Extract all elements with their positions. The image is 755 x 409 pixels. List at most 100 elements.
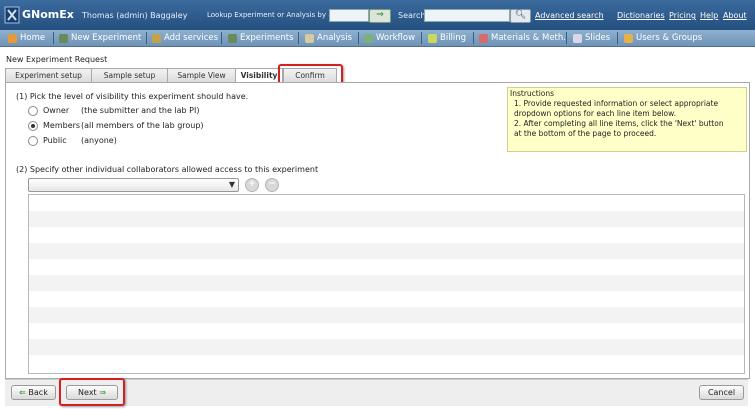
table-row[interactable] (29, 211, 744, 227)
lookup-label: Lookup Experiment or Analysis by # (207, 11, 335, 19)
tab-sample-setup[interactable]: Sample setup (91, 68, 168, 82)
slides-icon (573, 33, 582, 43)
nav-item-label: Home (20, 33, 46, 43)
instructions-item: 2. After completing all line items, clic… (514, 119, 724, 138)
radio-members[interactable] (28, 121, 38, 131)
nav-item-analysis[interactable]: Analysis (305, 30, 352, 46)
table-row[interactable] (29, 355, 744, 373)
chevron-down-icon: ▼ (228, 180, 235, 189)
nav-separator (221, 32, 222, 44)
search-icon: 🔍︎ (514, 10, 527, 20)
radio-members-desc: (all members of the lab group) (81, 121, 204, 130)
user-name: Thomas (admin) Baggaley (82, 11, 188, 20)
about-link[interactable]: About (723, 11, 747, 20)
nav-separator (298, 32, 299, 44)
nav-separator (146, 32, 147, 44)
remove-collaborator-button[interactable]: − (265, 178, 279, 192)
tab-experiment-setup[interactable]: Experiment setup (5, 68, 92, 82)
nav-item-label: Billing (440, 33, 467, 43)
radio-owner[interactable] (28, 106, 38, 116)
materials-icon (479, 33, 488, 43)
main-nav-bar: Home New Experiment Add services Experim… (0, 30, 755, 47)
home-icon (8, 33, 17, 43)
arrow-right-icon: ⇒ (99, 388, 106, 397)
nav-item-billing[interactable]: Billing (428, 30, 466, 46)
nav-item-label: New Experiment (71, 33, 142, 43)
nav-item-materials[interactable]: Materials & Meth. (479, 30, 566, 46)
cancel-button[interactable]: Cancel (699, 385, 744, 400)
table-row[interactable] (29, 243, 744, 259)
table-row[interactable] (29, 227, 744, 243)
plus-icon: + (248, 179, 256, 189)
table-row[interactable] (29, 259, 744, 275)
table-row[interactable] (29, 339, 744, 355)
gnomex-logo-icon (4, 6, 20, 24)
flask-icon (59, 33, 68, 43)
page-title: New Experiment Request (6, 55, 108, 64)
nav-item-label: Workflow (376, 33, 416, 43)
radio-public[interactable] (28, 136, 38, 146)
lookup-input[interactable] (329, 9, 369, 22)
nav-item-label: Experiments (240, 33, 294, 43)
instructions-title: Instructions (510, 89, 555, 98)
add-collaborator-button[interactable]: + (245, 178, 259, 192)
table-row[interactable] (29, 275, 744, 291)
workflow-icon (364, 33, 373, 43)
nav-separator (358, 32, 359, 44)
visibility-question: (1) Pick the level of visibility this ex… (16, 92, 249, 101)
nav-item-slides[interactable]: Slides (573, 30, 610, 46)
nav-item-home[interactable]: Home (8, 30, 45, 46)
nav-item-experiments[interactable]: Experiments (228, 30, 294, 46)
radio-owner-desc: (the submitter and the lab PI) (81, 106, 200, 115)
nav-separator (53, 32, 54, 44)
nav-item-add-services[interactable]: Add services (152, 30, 218, 46)
app-title: GNomEx (22, 8, 74, 21)
minus-icon: − (268, 179, 276, 189)
nav-separator (421, 32, 422, 44)
nav-item-label: Analysis (317, 33, 353, 43)
table-row[interactable] (29, 323, 744, 339)
billing-icon (428, 33, 437, 43)
nav-item-new-experiment[interactable]: New Experiment (59, 30, 141, 46)
nav-item-label: Slides (585, 33, 611, 43)
instructions-item: 1. Provide requested information or sele… (514, 99, 719, 118)
chart-icon (305, 33, 314, 43)
arrow-left-icon: ⇐ (19, 388, 26, 397)
arrow-right-icon: ⇒ (376, 10, 384, 20)
collaborators-question: (2) Specify other individual collaborato… (16, 165, 319, 174)
add-services-icon (152, 33, 161, 43)
search-label: Search (398, 11, 426, 20)
nav-item-label: Users & Groups (636, 33, 703, 43)
radio-public-desc: (anyone) (81, 136, 117, 145)
advanced-search-link[interactable]: Advanced search (535, 11, 604, 20)
tab-visibility[interactable]: Visibility (235, 68, 283, 83)
collaborators-grid[interactable] (28, 194, 745, 374)
nav-separator (617, 32, 618, 44)
top-bar: GNomEx Thomas (admin) Baggaley Lookup Ex… (0, 0, 755, 30)
tab-confirm[interactable]: Confirm (283, 68, 337, 82)
search-input[interactable] (424, 9, 510, 22)
lookup-go-button[interactable]: ⇒ (369, 9, 391, 23)
nav-item-users-groups[interactable]: Users & Groups (624, 30, 702, 46)
nav-separator (473, 32, 474, 44)
flask-icon (228, 33, 237, 43)
table-row[interactable] (29, 195, 744, 211)
nav-item-label: Add services (164, 33, 219, 43)
table-row[interactable] (29, 291, 744, 307)
radio-public-label: Public (43, 136, 67, 145)
collaborator-select[interactable]: ▼ (28, 178, 239, 192)
tab-sample-view[interactable]: Sample View (167, 68, 236, 82)
nav-separator (566, 32, 567, 44)
dictionaries-link[interactable]: Dictionaries (617, 11, 665, 20)
next-button[interactable]: Next ⇒ (66, 385, 118, 400)
nav-item-workflow[interactable]: Workflow (364, 30, 415, 46)
users-icon (624, 33, 633, 43)
table-row[interactable] (29, 307, 744, 323)
pricing-link[interactable]: Pricing (669, 11, 696, 20)
radio-members-label: Members (43, 121, 81, 130)
help-link[interactable]: Help (700, 11, 718, 20)
nav-item-label: Materials & Meth. (491, 33, 566, 43)
search-button[interactable]: 🔍︎ (510, 9, 531, 23)
back-button[interactable]: ⇐ Back (11, 385, 56, 400)
radio-owner-label: Owner (43, 106, 70, 115)
